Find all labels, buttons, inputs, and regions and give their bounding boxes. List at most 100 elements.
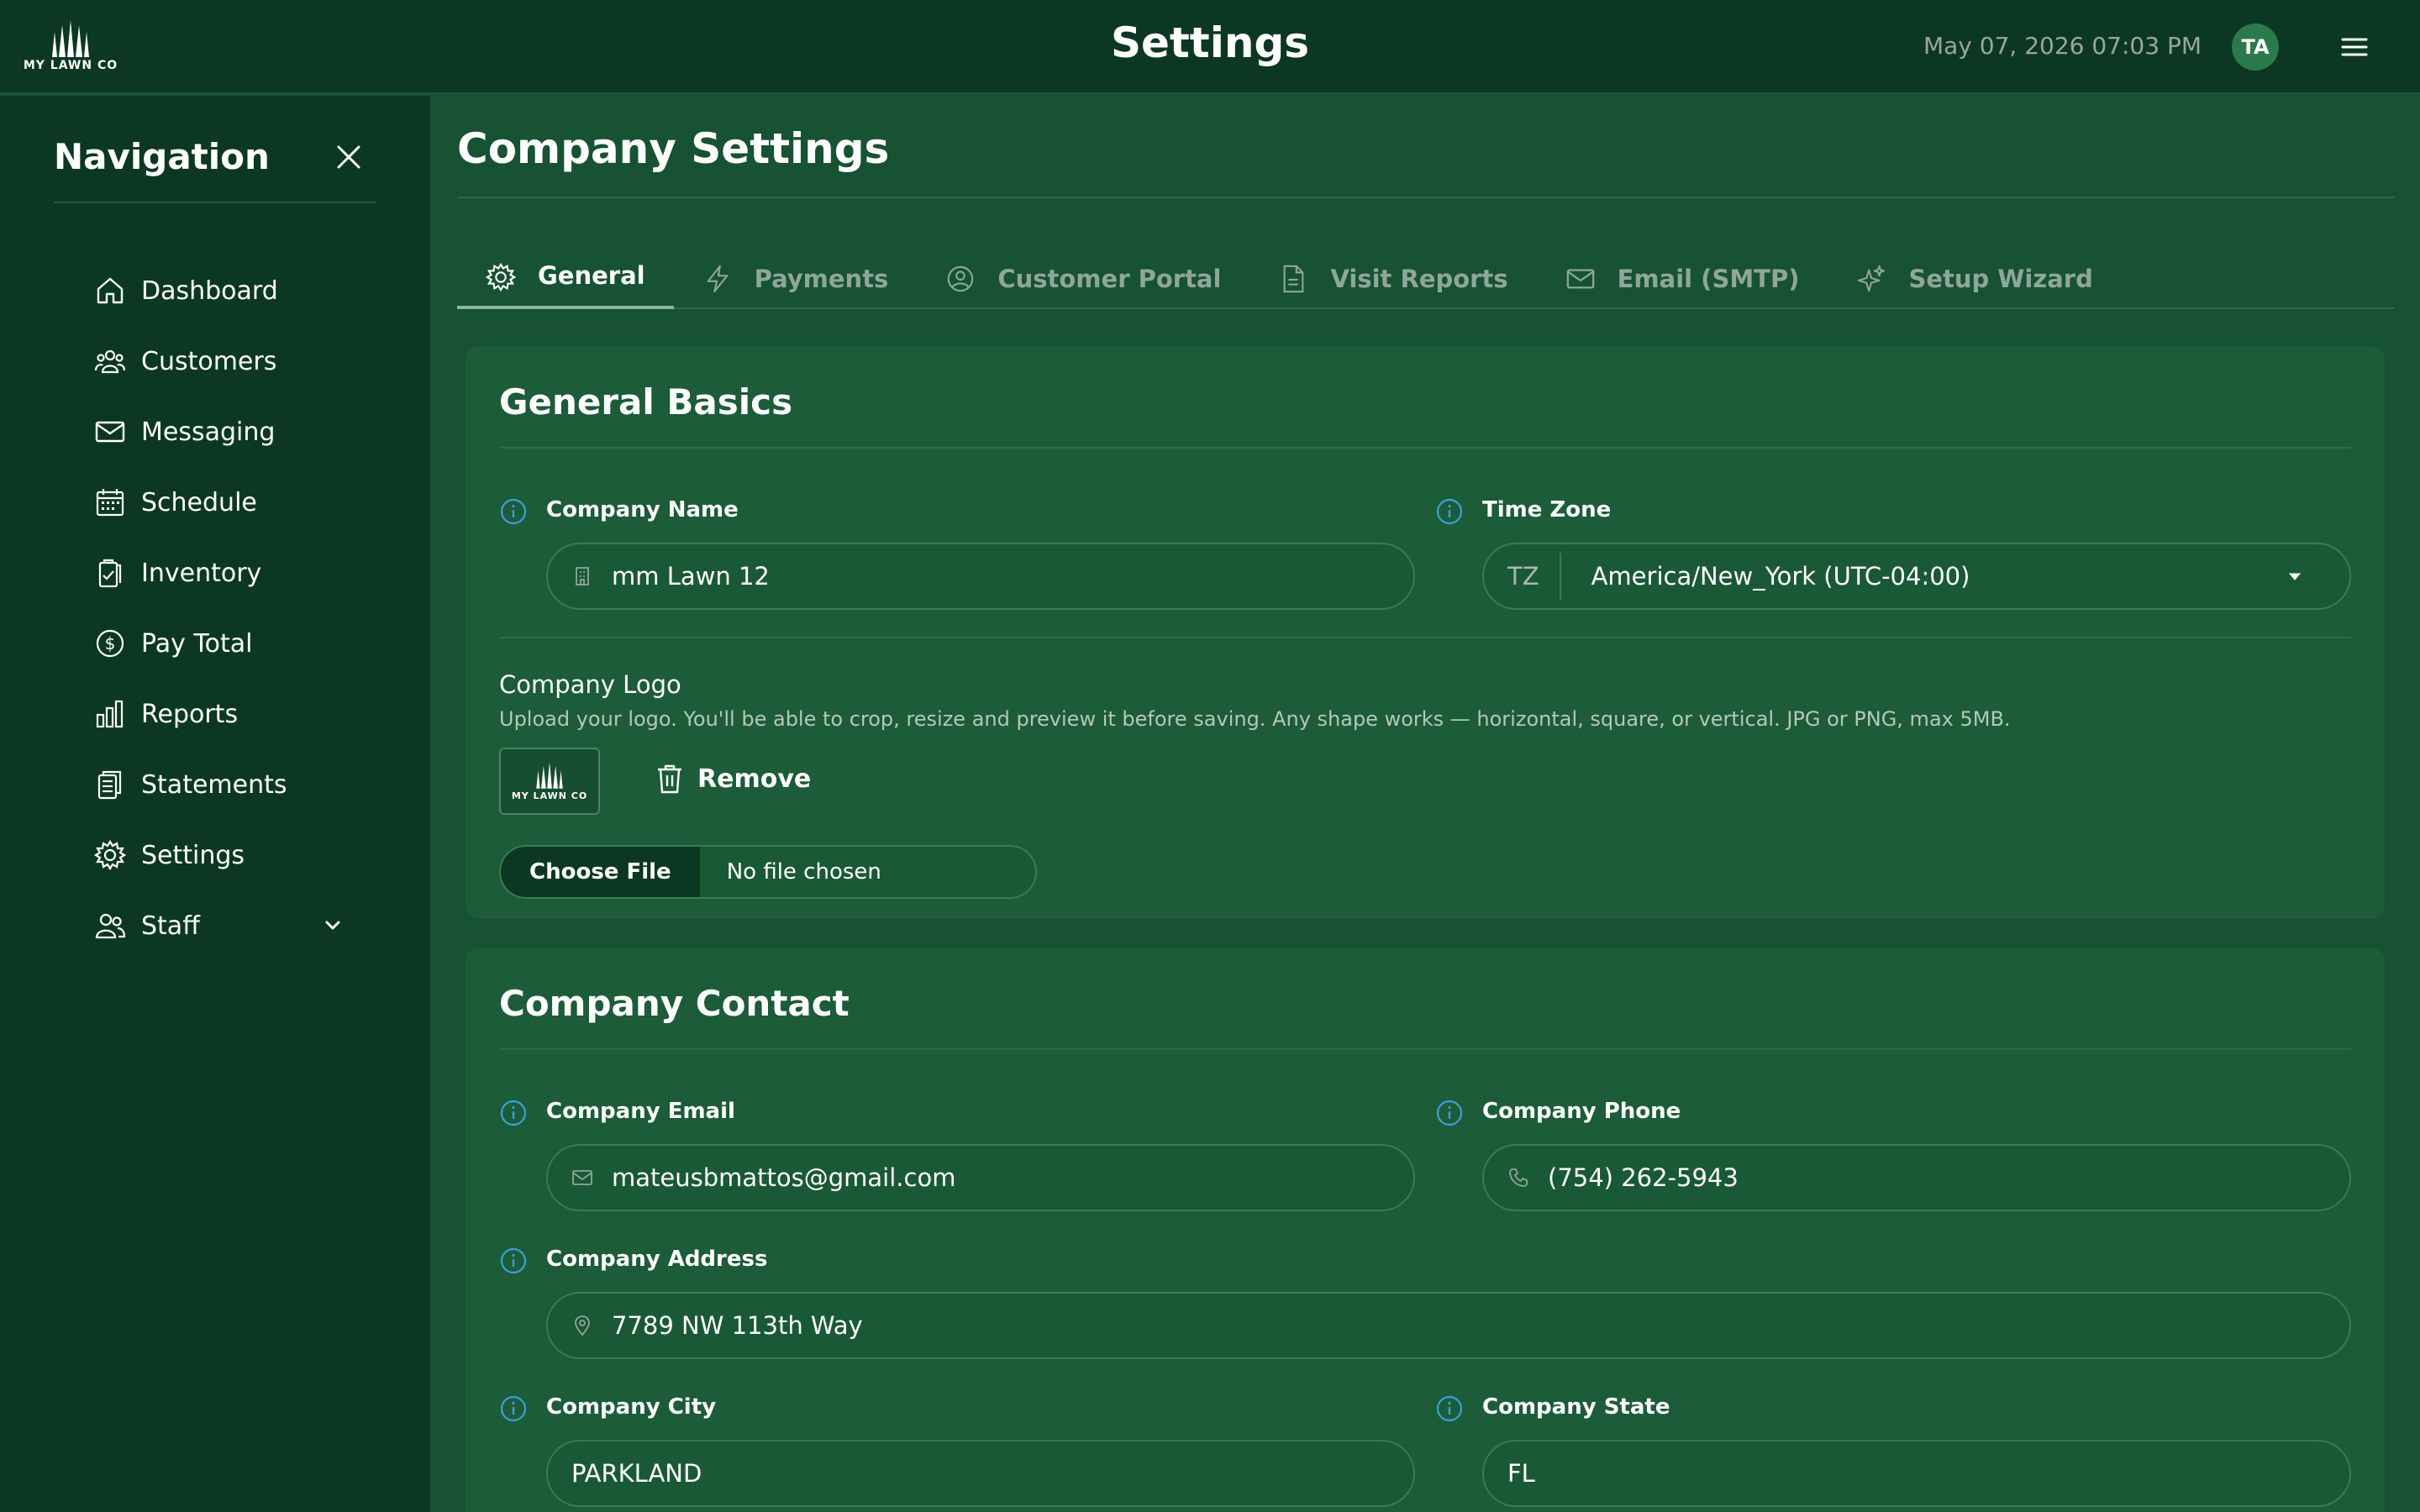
sidebar-item-dashboard[interactable]: Dashboard xyxy=(94,255,346,326)
company-name-label: Company Name xyxy=(546,497,739,522)
clipboard-check-icon xyxy=(98,559,122,588)
sidebar: Navigation Dashboard Customers Messaging… xyxy=(0,96,430,1512)
company-name-value: mm Lawn 12 xyxy=(612,562,770,591)
company-address-label: Company Address xyxy=(546,1247,768,1272)
info-icon[interactable] xyxy=(499,1394,528,1423)
avatar[interactable]: TA xyxy=(2232,24,2279,71)
tab-visit-reports[interactable]: Visit Reports xyxy=(1249,249,1536,309)
sidebar-item-label: Dashboard xyxy=(141,276,278,306)
company-logo-help-text: Upload your logo. You'll be able to crop… xyxy=(499,707,2011,731)
chevron-down-icon[interactable] xyxy=(321,914,345,937)
gear-icon xyxy=(486,262,516,292)
sidebar-item-schedule[interactable]: Schedule xyxy=(94,467,346,538)
tab-general[interactable]: General xyxy=(457,249,674,309)
section-title: Company Settings xyxy=(457,124,890,173)
main-content: Company Settings General Payments Custom… xyxy=(430,96,2420,1512)
sidebar-item-label: Schedule xyxy=(141,487,257,517)
caret-down-icon xyxy=(2288,573,2302,580)
company-city-label: Company City xyxy=(546,1394,717,1420)
building-icon xyxy=(576,567,589,585)
sidebar-item-customers[interactable]: Customers xyxy=(94,326,346,396)
remove-logo-button[interactable]: Remove xyxy=(655,763,811,795)
card-title: Company Contact xyxy=(499,983,850,1024)
general-basics-card: General Basics Company Name mm Lawn 12 T… xyxy=(466,346,2385,919)
sidebar-item-pay-total[interactable]: $ Pay Total xyxy=(94,608,346,679)
sidebar-item-label: Inventory xyxy=(141,558,262,588)
company-name-input[interactable]: mm Lawn 12 xyxy=(546,543,1415,610)
no-file-chosen-text: No file chosen xyxy=(726,859,881,885)
info-icon[interactable] xyxy=(499,497,528,526)
card-divider xyxy=(499,1048,2351,1050)
sidebar-item-settings[interactable]: Settings xyxy=(94,820,346,890)
company-address-input[interactable]: 7789 NW 113th Way xyxy=(546,1292,2351,1359)
home-icon xyxy=(97,277,124,304)
company-email-input[interactable]: mateusbmattos@gmail.com xyxy=(546,1144,1415,1211)
sidebar-divider xyxy=(54,202,376,203)
hamburger-menu-icon[interactable] xyxy=(2339,32,2370,62)
title-divider xyxy=(457,197,2395,198)
company-phone-label: Company Phone xyxy=(1482,1099,1681,1124)
info-icon[interactable] xyxy=(1435,1394,1464,1423)
gear-icon xyxy=(94,839,126,871)
card-divider xyxy=(499,637,2351,638)
company-city-value: PARKLAND xyxy=(571,1459,702,1488)
mail-icon xyxy=(1566,269,1594,289)
company-state-label: Company State xyxy=(1482,1394,1670,1420)
map-pin-icon xyxy=(575,1315,590,1336)
info-icon[interactable] xyxy=(1435,497,1464,526)
sidebar-item-label: Customers xyxy=(141,346,277,376)
time-zone-select[interactable]: TZ America/New_York (UTC-04:00) xyxy=(1482,543,2351,610)
company-phone-input[interactable]: (754) 262-5943 xyxy=(1482,1144,2351,1211)
staff-icon xyxy=(95,913,126,939)
tab-label: Setup Wizard xyxy=(1908,265,2093,293)
tab-label: Customer Portal xyxy=(997,265,1222,293)
dollar-circle-icon: $ xyxy=(96,629,124,658)
settings-tabs: General Payments Customer Portal Visit R… xyxy=(457,249,2395,309)
time-zone-prefix: TZ xyxy=(1507,553,1561,600)
logo-file-input[interactable]: Choose File No file chosen xyxy=(499,845,1037,899)
tab-email-smtp[interactable]: Email (SMTP) xyxy=(1537,249,1828,309)
sidebar-item-label: Settings xyxy=(141,840,245,870)
current-datetime: May 07, 2026 07:03 PM xyxy=(1923,32,2202,60)
info-icon[interactable] xyxy=(499,1099,528,1127)
choose-file-button[interactable]: Choose File xyxy=(501,847,700,897)
bar-chart-icon xyxy=(96,700,124,728)
tab-label: Payments xyxy=(754,265,889,293)
top-bar: MY LAWN CO Settings May 07, 2026 07:03 P… xyxy=(0,0,2420,94)
sparkles-icon xyxy=(1858,265,1886,292)
info-icon[interactable] xyxy=(499,1247,528,1275)
sidebar-item-staff[interactable]: Staff xyxy=(94,890,346,961)
trash-icon xyxy=(658,764,681,794)
sidebar-item-reports[interactable]: Reports xyxy=(94,679,346,749)
tab-label: Email (SMTP) xyxy=(1617,265,1800,293)
sidebar-item-messaging[interactable]: Messaging xyxy=(94,396,346,467)
company-state-input[interactable]: FL xyxy=(1482,1440,2351,1507)
tab-customer-portal[interactable]: Customer Portal xyxy=(917,249,1249,309)
sidebar-item-label: Staff xyxy=(141,911,200,941)
logo-preview: MY LAWN CO xyxy=(499,748,600,815)
sidebar-title: Navigation xyxy=(54,136,270,177)
tab-setup-wizard[interactable]: Setup Wizard xyxy=(1828,249,2121,309)
svg-text:$: $ xyxy=(105,633,116,654)
time-zone-label: Time Zone xyxy=(1482,497,1612,522)
company-logo-label: Company Logo xyxy=(499,670,681,699)
sidebar-item-label: Messaging xyxy=(141,417,276,447)
info-icon[interactable] xyxy=(1435,1099,1464,1127)
card-title: General Basics xyxy=(499,381,793,423)
company-phone-value: (754) 262-5943 xyxy=(1548,1163,1739,1192)
company-address-value: 7789 NW 113th Way xyxy=(612,1311,863,1340)
user-circle-icon xyxy=(948,265,974,292)
mail-icon xyxy=(95,421,125,443)
sidebar-item-label: Pay Total xyxy=(141,628,253,659)
calendar-icon xyxy=(96,489,124,517)
sidebar-item-inventory[interactable]: Inventory xyxy=(94,538,346,608)
logo-text: MY LAWN CO xyxy=(511,790,588,801)
sidebar-item-statements[interactable]: Statements xyxy=(94,749,346,820)
close-icon[interactable] xyxy=(334,143,363,171)
company-email-label: Company Email xyxy=(546,1099,735,1124)
remove-label: Remove xyxy=(697,764,812,794)
company-city-input[interactable]: PARKLAND xyxy=(546,1440,1415,1507)
card-divider xyxy=(499,447,2351,449)
tab-payments[interactable]: Payments xyxy=(674,249,918,309)
sidebar-item-label: Reports xyxy=(141,699,239,729)
